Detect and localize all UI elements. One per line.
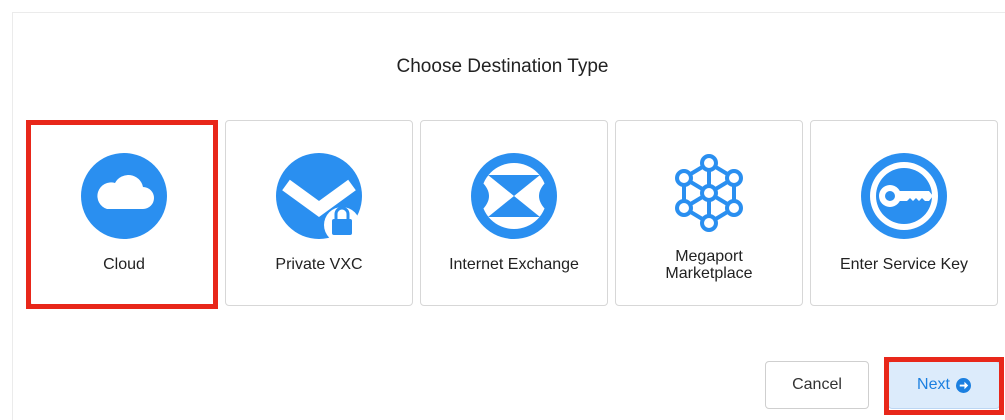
option-label-enter-service-key: Enter Service Key [839,256,969,273]
option-private-vxc[interactable]: Private VXC [225,120,413,306]
dialog-title: Choose Destination Type [396,56,609,77]
option-megaport-marketplace[interactable]: Megaport Marketplace [615,120,803,306]
arrow-right-circle-icon [955,377,971,393]
option-cloud[interactable]: Cloud [30,120,218,306]
next-button[interactable]: Next [888,361,1000,409]
option-label-megaport-marketplace: Megaport Marketplace [616,248,802,282]
cloud-icon [81,153,167,239]
internet-exchange-icon [471,153,557,239]
option-label-cloud: Cloud [103,256,145,273]
option-label-line2: Marketplace [665,265,753,282]
option-label-line1: Megaport [675,248,743,265]
cancel-button-label: Cancel [792,376,842,393]
option-label-internet-exchange: Internet Exchange [449,256,579,273]
option-enter-service-key[interactable]: Enter Service Key [810,120,998,306]
vxc-lock-icon [276,153,362,241]
network-nodes-icon [675,154,743,232]
next-button-label: Next [917,376,950,393]
key-icon [861,153,947,239]
cancel-button[interactable]: Cancel [765,361,869,409]
option-label-private-vxc: Private VXC [275,256,363,273]
option-internet-exchange[interactable]: Internet Exchange [420,120,608,306]
